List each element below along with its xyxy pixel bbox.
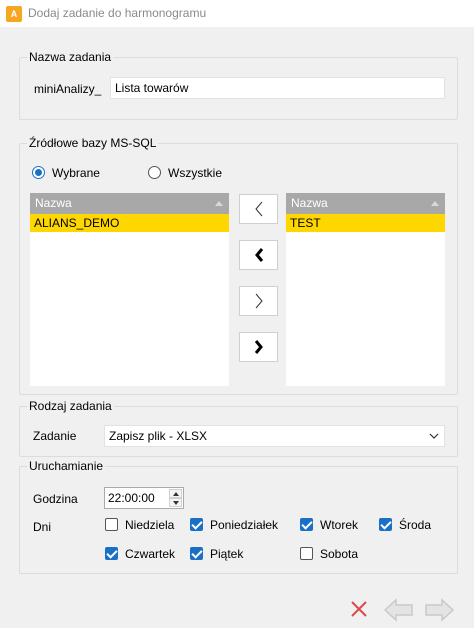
source-list[interactable]: Nazwa ALIANS_DEMO — [30, 193, 229, 386]
schedule-group-label: Uruchamianie — [27, 459, 106, 473]
checkbox-label[interactable]: Piątek — [210, 547, 243, 561]
move-all-right-button[interactable] — [239, 332, 278, 362]
checkbox-czwartek[interactable] — [105, 547, 118, 560]
checkbox-label[interactable]: Niedziela — [125, 518, 174, 532]
move-right-button[interactable] — [239, 286, 278, 316]
radio-all[interactable] — [148, 166, 161, 179]
checkbox-niedziela[interactable] — [105, 518, 118, 531]
time-label: Godzina — [33, 492, 78, 506]
forward-icon[interactable] — [423, 597, 455, 623]
task-name-prefix: miniAnalizy_ — [34, 82, 102, 96]
checkbox-sobota[interactable] — [300, 547, 313, 560]
caret-up-icon — [173, 492, 179, 496]
move-left-button[interactable] — [239, 194, 278, 224]
move-left-icon — [254, 201, 262, 217]
app-icon: A — [6, 6, 22, 22]
move-all-left-icon — [254, 248, 263, 262]
target-list-header[interactable]: Nazwa — [286, 193, 445, 214]
radio-selected-label[interactable]: Wybrane — [52, 166, 100, 180]
days-label: Dni — [33, 520, 52, 534]
sort-icon — [431, 201, 439, 206]
checkbox-sroda[interactable] — [379, 518, 392, 531]
time-value[interactable]: 22:00:00 — [108, 491, 155, 505]
spin-down-button[interactable] — [169, 498, 182, 507]
checkbox-label[interactable]: Środa — [399, 518, 431, 532]
checkbox-piatek[interactable] — [190, 547, 203, 560]
task-type-select[interactable]: Zapisz plik - XLSX — [104, 425, 445, 447]
time-spinner[interactable]: 22:00:00 — [104, 487, 184, 509]
list-item[interactable]: TEST — [286, 214, 445, 232]
source-list-header[interactable]: Nazwa — [30, 193, 229, 214]
checkbox-wtorek[interactable] — [300, 518, 313, 531]
checkbox-label[interactable]: Czwartek — [125, 547, 175, 561]
checkbox-label[interactable]: Sobota — [320, 547, 358, 561]
list-item[interactable]: ALIANS_DEMO — [30, 214, 229, 232]
radio-selected[interactable] — [32, 166, 45, 179]
move-all-right-icon — [254, 340, 263, 354]
target-list-header-label: Nazwa — [291, 196, 328, 210]
task-name-group-label: Nazwa zadania — [27, 50, 114, 64]
checkbox-label[interactable]: Wtorek — [320, 518, 358, 532]
radio-all-label[interactable]: Wszystkie — [168, 166, 222, 180]
window-title: Dodaj zadanie do harmonogramu — [28, 6, 207, 20]
task-field-label: Zadanie — [33, 429, 77, 443]
checkbox-label[interactable]: Poniedziałek — [210, 518, 278, 532]
task-name-input[interactable]: Lista towarów — [110, 77, 445, 99]
task-type-group-label: Rodzaj zadania — [27, 399, 114, 413]
back-icon[interactable] — [383, 597, 415, 623]
checkbox-poniedzialek[interactable] — [190, 518, 203, 531]
move-right-icon — [255, 293, 263, 309]
source-list-header-label: Nazwa — [35, 196, 72, 210]
chevron-down-icon — [429, 433, 439, 439]
sources-group-label: Źródłowe bazy MS-SQL — [27, 136, 159, 150]
move-all-left-button[interactable] — [239, 240, 278, 270]
caret-down-icon — [173, 501, 179, 505]
task-type-value: Zapisz plik - XLSX — [109, 429, 208, 443]
cancel-icon[interactable] — [350, 600, 368, 618]
sort-icon — [215, 201, 223, 206]
target-list[interactable]: Nazwa TEST — [286, 193, 445, 386]
title-bar: A Dodaj zadanie do harmonogramu — [0, 0, 474, 27]
spin-up-button[interactable] — [169, 489, 182, 498]
